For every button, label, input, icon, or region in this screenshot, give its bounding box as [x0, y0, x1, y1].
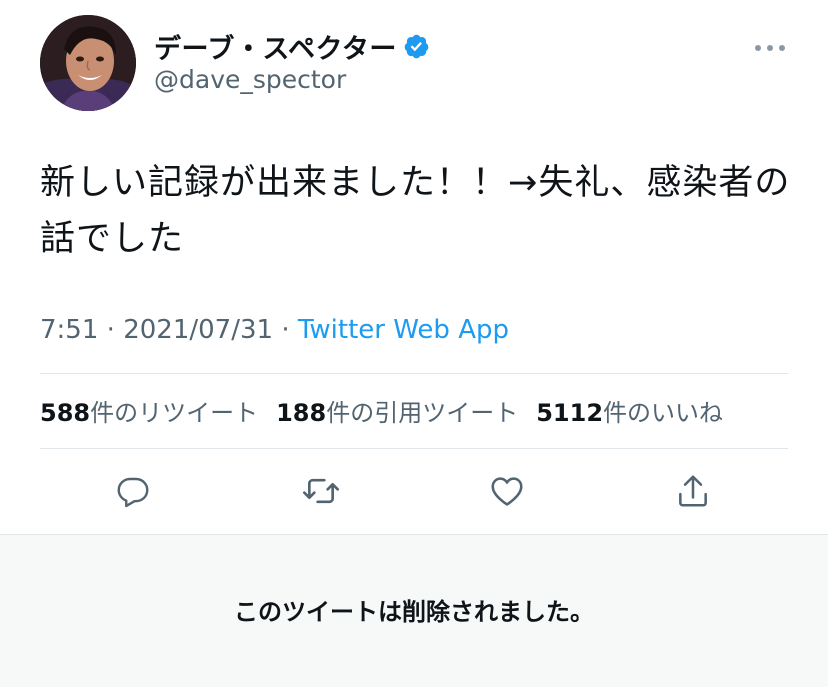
- tweet-text: 新しい記録が出来ました！！→失礼、感染者の話でした: [40, 163, 791, 259]
- tweet-date[interactable]: 2021/07/31: [123, 315, 273, 345]
- action-bar: [0, 466, 828, 516]
- author-handle[interactable]: @dave_spector: [154, 65, 346, 94]
- author-row[interactable]: デーブ・スペクター: [154, 26, 430, 66]
- meta-separator: ·: [281, 315, 290, 345]
- heart-icon: [491, 477, 523, 506]
- retweets-count: 588: [40, 399, 91, 427]
- tweet-metadata: 7:51 · 2021/07/31 · Twitter Web App: [40, 315, 509, 345]
- retweet-button[interactable]: [296, 466, 346, 516]
- divider: [40, 448, 788, 449]
- avatar[interactable]: [40, 15, 136, 111]
- engagement-stats: 588件のリツイート 188件の引用ツイート 5112件のいいね: [40, 393, 741, 428]
- quotes-count: 188: [276, 399, 327, 427]
- verified-badge-icon: [404, 34, 429, 58]
- share-button[interactable]: [668, 466, 718, 516]
- like-button[interactable]: [482, 466, 532, 516]
- meta-separator: ·: [106, 315, 115, 345]
- tweet-time[interactable]: 7:51: [40, 315, 98, 345]
- retweets-stat[interactable]: 588件のリツイート: [40, 393, 258, 428]
- retweets-label: 件のリツイート: [90, 399, 259, 427]
- likes-stat[interactable]: 5112件のいいね: [536, 393, 723, 428]
- likes-label: 件のいいね: [603, 399, 724, 427]
- tweet-card: デーブ・スペクター @dave_spector 新しい記録が出来ました！！→失礼…: [0, 0, 828, 534]
- quotes-stat[interactable]: 188件の引用ツイート: [276, 393, 518, 428]
- reply-button[interactable]: [108, 466, 158, 516]
- divider: [40, 373, 788, 374]
- deleted-tweet-text: このツイートは削除されました。: [234, 598, 594, 626]
- avatar-image: [40, 15, 136, 111]
- deleted-tweet-notice: このツイートは削除されました。: [0, 534, 828, 687]
- tweet-source-link[interactable]: Twitter Web App: [298, 315, 509, 345]
- display-name[interactable]: デーブ・スペクター: [154, 27, 397, 66]
- retweet-icon: [303, 478, 339, 504]
- likes-count: 5112: [536, 399, 604, 427]
- more-options-icon[interactable]: [750, 36, 790, 60]
- quotes-label: 件の引用ツイート: [326, 399, 519, 427]
- reply-icon: [117, 477, 149, 508]
- share-icon: [679, 475, 707, 507]
